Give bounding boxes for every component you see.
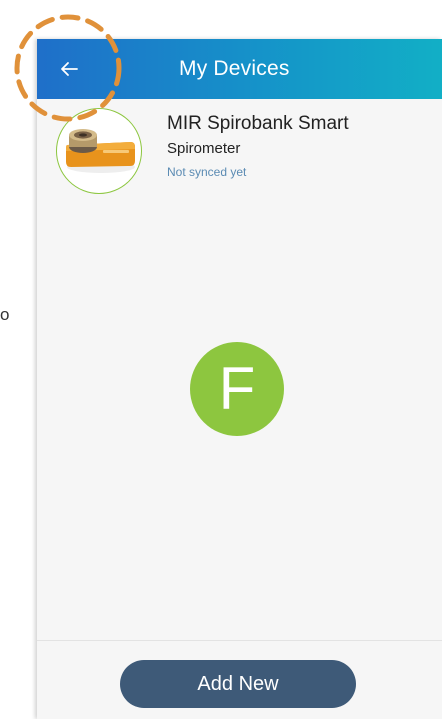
back-button[interactable] bbox=[51, 52, 87, 86]
spirometer-icon bbox=[66, 129, 135, 173]
user-avatar: F bbox=[190, 342, 284, 436]
device-image bbox=[56, 108, 142, 194]
sync-status: Not synced yet bbox=[167, 165, 247, 179]
screen: o My Devices MIR Spirobank Smart Spirome… bbox=[0, 0, 442, 719]
app-header: My Devices bbox=[37, 39, 442, 99]
app-window: My Devices MIR Spirobank Smart Spiromete… bbox=[37, 39, 442, 719]
add-new-button[interactable]: Add New bbox=[120, 660, 356, 708]
device-name: MIR Spirobank Smart bbox=[167, 113, 349, 134]
device-list-item[interactable]: MIR Spirobank Smart Spirometer Not synce… bbox=[37, 99, 442, 199]
device-type: Spirometer bbox=[167, 140, 241, 157]
arrow-left-icon bbox=[61, 62, 78, 76]
page-title: My Devices bbox=[179, 57, 290, 80]
clipped-text-fragment: o bbox=[0, 305, 10, 324]
bottom-action-bar: Add New bbox=[37, 640, 442, 719]
